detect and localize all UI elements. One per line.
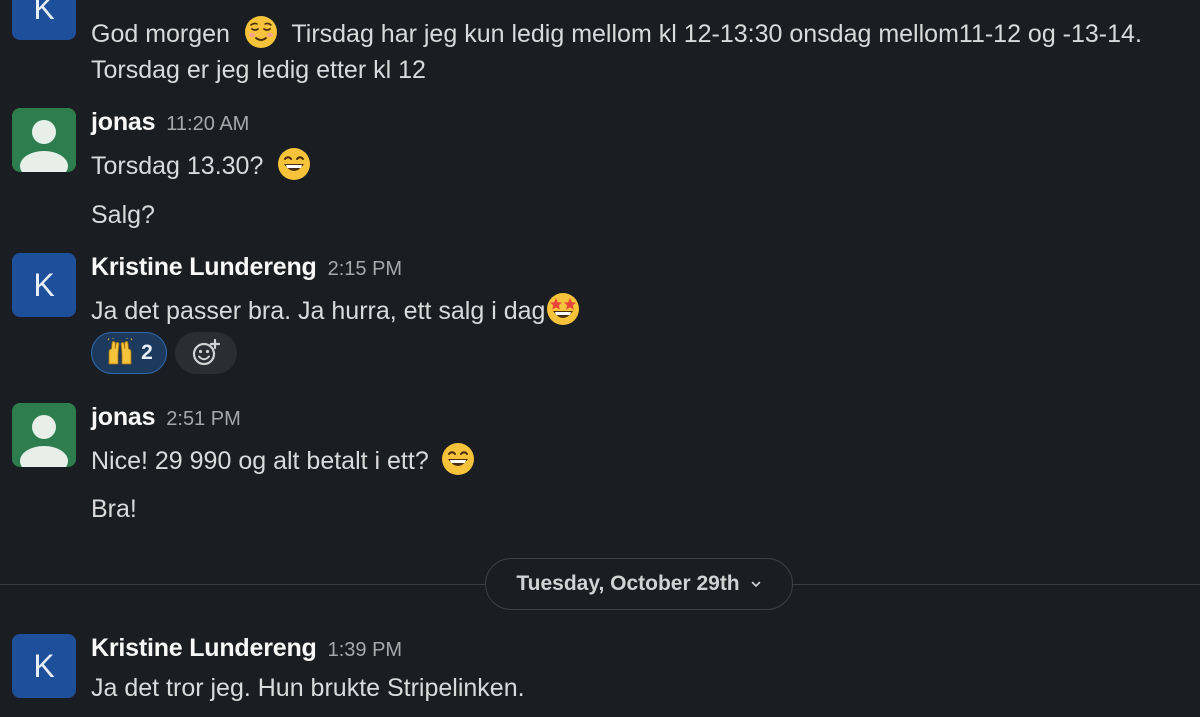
message-text: Salg? bbox=[91, 201, 155, 229]
avatar-letter: K bbox=[33, 266, 55, 303]
add-reaction-icon bbox=[192, 338, 221, 366]
author-name[interactable]: Kristine Lundereng bbox=[91, 634, 317, 662]
message-text: Ja det passer bra. Ja hurra, ett salg i … bbox=[91, 291, 583, 327]
message-text: Ja det tror jeg. Hun brukte Stripelinken… bbox=[91, 674, 525, 702]
author-name[interactable]: jonas bbox=[91, 108, 155, 136]
message-header: jonas 2:51 PM bbox=[91, 403, 241, 432]
message-text: God morgen Tirsdag har jeg kun ledig mel… bbox=[91, 14, 1142, 50]
author-name[interactable]: Kristine Lundereng bbox=[91, 253, 317, 281]
default-user-icon bbox=[20, 415, 68, 467]
avatar[interactable]: K bbox=[12, 0, 76, 40]
message-header: Kristine Lundereng 2:15 PM bbox=[91, 253, 402, 282]
avatar-letter: K bbox=[33, 0, 55, 26]
add-reaction-button[interactable] bbox=[175, 332, 237, 374]
grinning-face-icon bbox=[278, 148, 311, 180]
avatar[interactable]: K bbox=[12, 253, 76, 317]
date-label: Tuesday, October 29th bbox=[516, 572, 740, 595]
avatar[interactable]: K bbox=[12, 634, 76, 698]
timestamp[interactable]: 1:39 PM bbox=[328, 639, 402, 661]
default-user-icon bbox=[20, 120, 68, 172]
raising-hands-icon bbox=[107, 338, 133, 365]
avatar[interactable] bbox=[12, 108, 76, 172]
star-struck-icon bbox=[547, 293, 580, 325]
timestamp[interactable]: 2:15 PM bbox=[328, 258, 402, 280]
message-text: Nice! 29 990 og alt betalt i ett? bbox=[91, 441, 478, 477]
grinning-face-icon bbox=[441, 443, 474, 475]
timestamp[interactable]: 2:51 PM bbox=[166, 408, 240, 430]
avatar-letter: K bbox=[33, 647, 55, 684]
reaction-count: 2 bbox=[141, 341, 153, 364]
date-divider-button[interactable]: Tuesday, October 29th bbox=[485, 558, 793, 610]
message-text: Torsdag er jeg ledig etter kl 12 bbox=[91, 56, 426, 84]
avatar[interactable] bbox=[12, 403, 76, 467]
chevron-down-icon bbox=[751, 581, 760, 587]
relieved-face-icon bbox=[244, 16, 277, 48]
message-header: jonas 11:20 AM bbox=[91, 108, 249, 137]
message-text: Bra! bbox=[91, 495, 137, 523]
message-text: Torsdag 13.30? bbox=[91, 146, 314, 182]
message-header: Kristine Lundereng 1:39 PM bbox=[91, 634, 402, 663]
timestamp[interactable]: 11:20 AM bbox=[166, 113, 249, 135]
reaction-pill[interactable]: 2 bbox=[91, 332, 167, 374]
author-name[interactable]: jonas bbox=[91, 403, 155, 431]
message-feed: K God morgen Tirsdag har jeg kun ledig m… bbox=[0, 0, 1200, 717]
